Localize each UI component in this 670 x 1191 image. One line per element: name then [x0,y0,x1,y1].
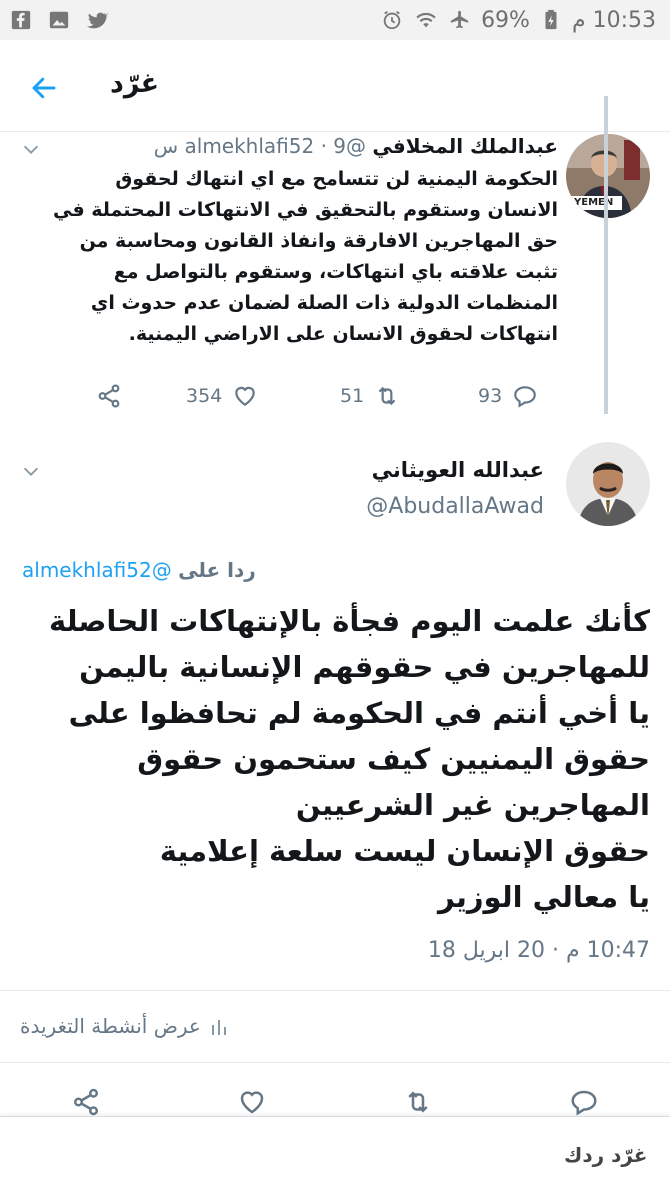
retweet-icon [378,386,396,406]
text-line: الانسان وستقوم بالتحقيق في الانتهاكات ال… [52,199,558,221]
text-line: للمهاجرين في حقوقهم الإنسانية باليمن [79,650,650,684]
text-line: تثبت علاقته باي انتهاكات، وستقوم بالتواص… [113,261,558,283]
text-line: كأنك علمت اليوم فجأة بالإنتهاكات الحاصلة [48,604,650,638]
battery-percent: 69% [481,7,530,33]
reply-to-mention-link[interactable]: @almekhlafi52 [22,558,172,582]
retweet-count: 51 [340,385,365,407]
parent-reply-button[interactable]: 93 [478,378,538,414]
parent-tweet-actions: 354 51 93 [80,378,550,414]
tweet-activity-link[interactable]: عرض أنشطة التغريدة [20,1014,227,1038]
reply-bubble-icon [514,386,537,408]
author-avatar[interactable] [566,442,650,526]
analytics-bars-icon [211,1020,226,1035]
alarm-icon [379,7,405,33]
share-icon [98,384,120,408]
divider [0,990,670,991]
text-line: يا معالي الوزير [437,880,650,914]
tweet-text: كأنك علمت اليوم فجأة بالإنتهاكات الحاصلة… [18,598,650,920]
reply-to-label: ردا على [178,558,256,582]
replying-to: ردا على @almekhlafi52 [22,558,256,582]
parent-author-name[interactable]: عبدالملك المخلافي [372,134,558,158]
text-line: حق المهاجرين الافارقة وانفاذ القانون ومح… [79,230,558,252]
reply-count: 93 [478,385,503,407]
back-button[interactable] [24,68,64,108]
text-line: حقوق اليمنيين كيف ستحمون حقوق [137,742,650,776]
text-line: الحكومة اليمنية لن تتسامح مع اي انتهاك ل… [115,168,558,190]
status-bar: 69% 10:53 م [0,0,670,40]
retweet-icon [408,1091,428,1113]
parent-more-button[interactable] [20,138,42,160]
like-count: 354 [186,385,223,407]
heart-icon [235,386,256,406]
parent-retweet-button[interactable]: 51 [340,378,400,414]
parent-share-button[interactable] [96,378,122,414]
divider [0,1062,670,1063]
clock: 10:53 م [571,7,656,33]
page-title: غرّد [110,68,160,99]
text-line: يا أخي أنتم في الحكومة لم تحافظوا على [68,696,650,730]
chevron-down-icon [23,145,39,154]
author-handle[interactable]: @AbudallaAwad [366,494,544,519]
battery-icon [538,7,564,33]
parent-avatar[interactable]: YEMEN [566,134,650,218]
text-line: انتهاكات لحقوق الانسان على الاراضي اليمن… [128,323,558,345]
chevron-down-icon [23,467,39,476]
text-line: حقوق الإنسان ليست سلعة إعلامية [159,834,650,868]
app-header: غرّد [0,40,670,132]
heart-icon [240,1091,264,1114]
tweet-activity-label: عرض أنشطة التغريدة [20,1014,201,1038]
parent-tweet-text: الحكومة اليمنية لن تتسامح مع اي انتهاك ل… [38,164,558,350]
parent-tweet-header: عبدالملك المخلافي @almekhlafi52 · 9 س [154,134,558,158]
reply-bubble-icon [571,1090,597,1116]
facebook-icon [8,7,34,33]
system-status: 69% 10:53 م [379,0,670,40]
airplane-icon [447,7,473,33]
arrow-left-icon [32,77,56,99]
reply-composer[interactable]: غرّد ردك [0,1116,670,1191]
reply-placeholder[interactable]: غرّد ردك [564,1143,647,1167]
notification-icons [0,0,110,40]
gallery-icon [46,7,72,33]
parent-like-button[interactable]: 354 [186,378,258,414]
text-line: المنظمات الدولية ذات الصلة لضمان عدم حدو… [90,292,558,314]
share-icon [74,1088,98,1116]
tweet-timestamp[interactable]: 10:47 م · 20 ابريل 18 [428,938,650,963]
twitter-icon [84,7,110,33]
tweet-more-button[interactable] [20,460,42,482]
thread-connector [604,96,608,414]
text-line: المهاجرين غير الشرعيين [295,788,650,822]
author-name[interactable]: عبدالله العويثاني [372,458,544,482]
wifi-icon [413,7,439,33]
